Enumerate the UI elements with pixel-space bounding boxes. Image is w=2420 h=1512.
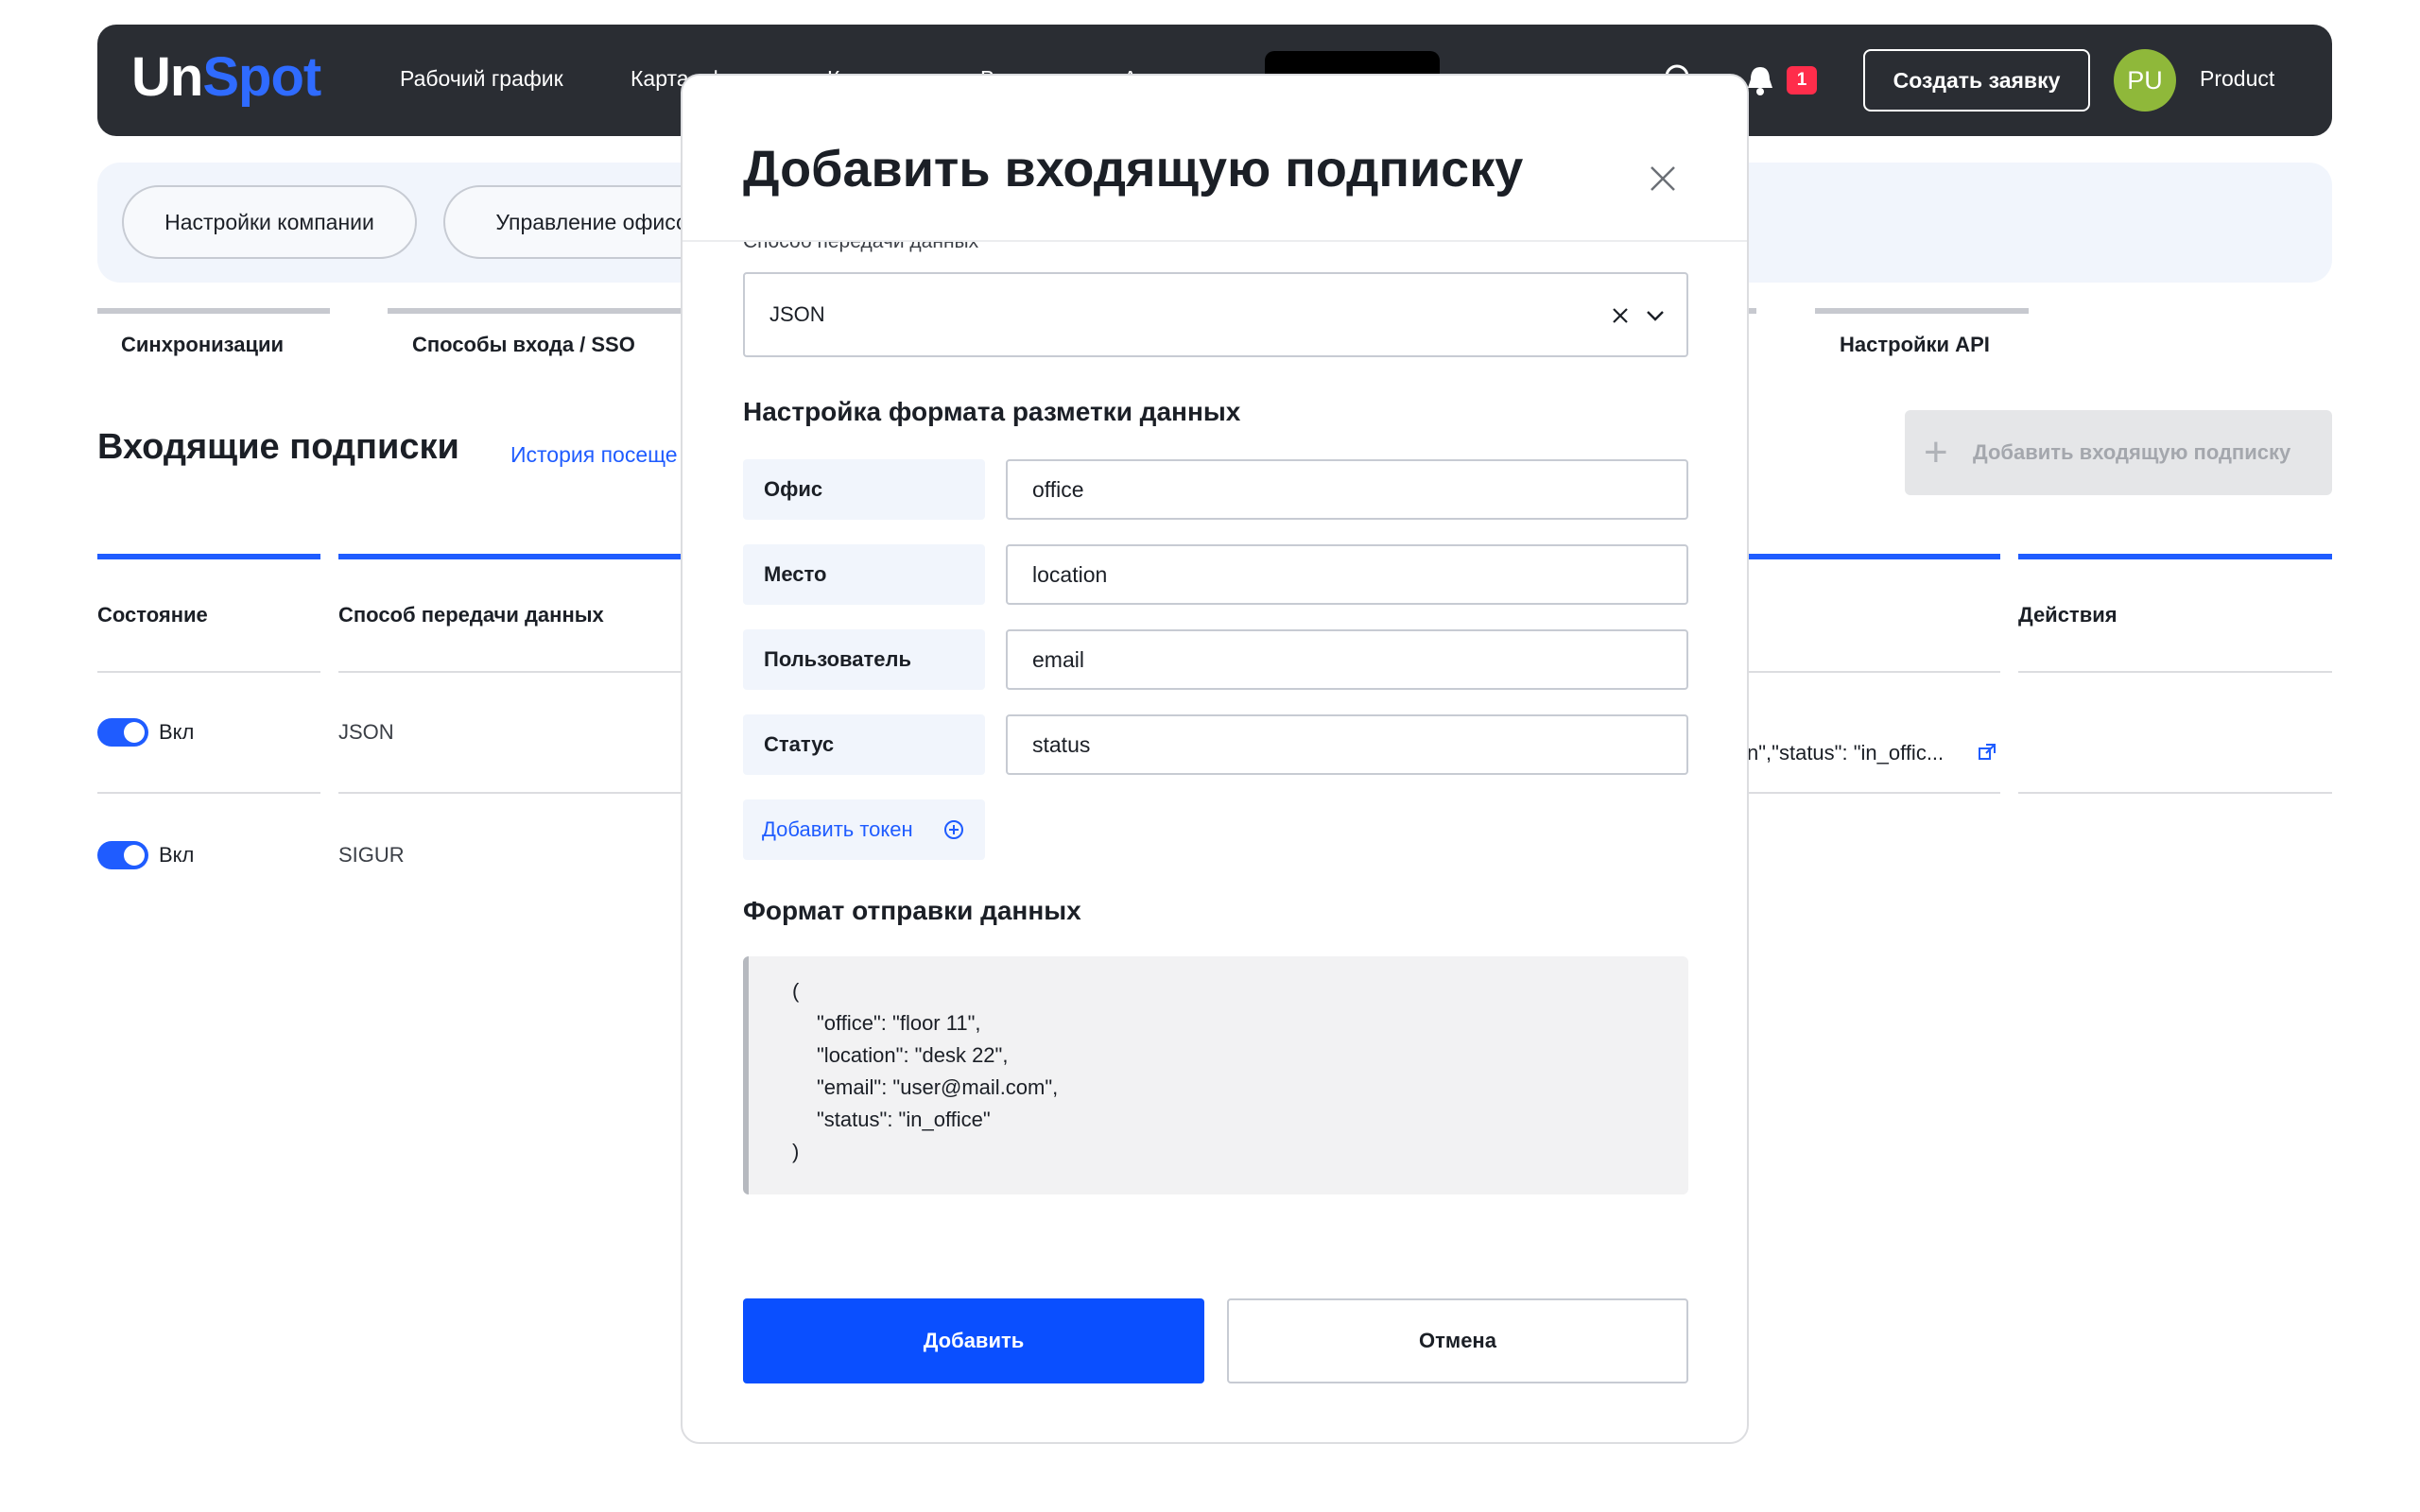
column-header-actions: Действия [2018, 603, 2118, 627]
modal-title: Добавить входящую подписку [743, 141, 1524, 198]
column-header-method: Способ передачи данных [338, 603, 604, 627]
clear-icon[interactable] [1611, 306, 1630, 325]
user-name[interactable]: Product [2200, 66, 2274, 92]
add-incoming-subscription-label: Добавить входящую подписку [1973, 440, 2291, 464]
bell-icon[interactable] [1745, 64, 1775, 96]
tab-underline [388, 308, 690, 314]
code-line: "location": "desk 22", [817, 1043, 1009, 1067]
code-line: "status": "in_office" [817, 1108, 991, 1131]
column-header-line [1747, 554, 2000, 559]
tab-login-methods-sso[interactable]: Способы входа / SSO [412, 333, 635, 357]
token-input-location[interactable]: location [1006, 544, 1688, 605]
state-toggle[interactable] [97, 841, 148, 869]
row-divider [1747, 792, 2000, 794]
token-input-office[interactable]: office [1006, 459, 1688, 520]
page-title: Входящие подписки [97, 427, 459, 467]
row-divider [338, 671, 681, 673]
plus-circle-icon [944, 820, 963, 839]
column-header-state: Состояние [97, 603, 208, 627]
unspot-logo[interactable]: UnSpot [131, 45, 321, 109]
add-incoming-subscription-button[interactable]: + Добавить входящую подписку [1905, 410, 2332, 495]
add-subscription-modal: Добавить входящую подписку Способ переда… [681, 74, 1749, 1444]
token-input-user[interactable]: email [1006, 629, 1688, 690]
state-label: Вкл [159, 720, 195, 744]
code-line: "email": "user@mail.com", [817, 1075, 1059, 1099]
payload-cell: n","status": "in_offic... [1747, 741, 1945, 765]
cancel-button[interactable]: Отмена [1227, 1298, 1688, 1383]
code-line: "office": "floor 11", [817, 1011, 981, 1035]
state-label: Вкл [159, 843, 195, 867]
add-token-button[interactable]: Добавить токен [743, 799, 985, 860]
logo-spot: Spot [202, 46, 321, 108]
nav-work-schedule[interactable]: Рабочий график [400, 66, 563, 92]
column-header-line [338, 554, 681, 559]
tab-synchronizations[interactable]: Синхронизации [121, 333, 284, 357]
column-header-line [2018, 554, 2332, 559]
code-line: ( [792, 979, 800, 1003]
notification-count-badge: 1 [1787, 66, 1817, 94]
visit-history-link[interactable]: История посеще [510, 442, 678, 468]
open-link-icon[interactable] [1978, 743, 1996, 762]
row-divider [2018, 792, 2332, 794]
avatar[interactable]: PU [2114, 49, 2176, 112]
state-toggle[interactable] [97, 718, 148, 747]
format-preview: ( "office": "floor 11", "location": "des… [743, 956, 1688, 1194]
tab-underline [1815, 308, 2029, 314]
send-format-heading: Формат отправки данных [743, 896, 1081, 925]
token-label-location: Место [743, 544, 985, 605]
add-token-label: Добавить токен [762, 817, 913, 841]
code-line: ) [792, 1140, 800, 1163]
markup-format-heading: Настройка формата разметки данных [743, 397, 1241, 426]
token-label-office: Офис [743, 459, 985, 520]
row-divider [338, 792, 681, 794]
chevron-down-icon[interactable] [1645, 308, 1666, 323]
token-label-status: Статус [743, 714, 985, 775]
method-select-value: JSON [769, 302, 825, 326]
add-button[interactable]: Добавить [743, 1298, 1204, 1383]
create-request-button[interactable]: Создать заявку [1863, 49, 2090, 112]
row-divider [97, 671, 320, 673]
row-divider [97, 792, 320, 794]
method-cell: SIGUR [338, 843, 405, 867]
column-header-line [97, 554, 320, 559]
close-icon[interactable] [1649, 164, 1677, 193]
method-select[interactable]: JSON [743, 272, 1688, 357]
tab-underline [97, 308, 330, 314]
plus-icon: + [1924, 429, 1948, 475]
modal-header: Добавить входящую подписку [683, 76, 1747, 242]
token-label-user: Пользователь [743, 629, 985, 690]
row-divider [1747, 671, 2000, 673]
company-settings-pill[interactable]: Настройки компании [122, 185, 417, 259]
tab-api-settings[interactable]: Настройки API [1840, 333, 1990, 357]
token-input-status[interactable]: status [1006, 714, 1688, 775]
method-cell: JSON [338, 720, 394, 744]
row-divider [2018, 671, 2332, 673]
logo-un: Un [131, 46, 203, 108]
